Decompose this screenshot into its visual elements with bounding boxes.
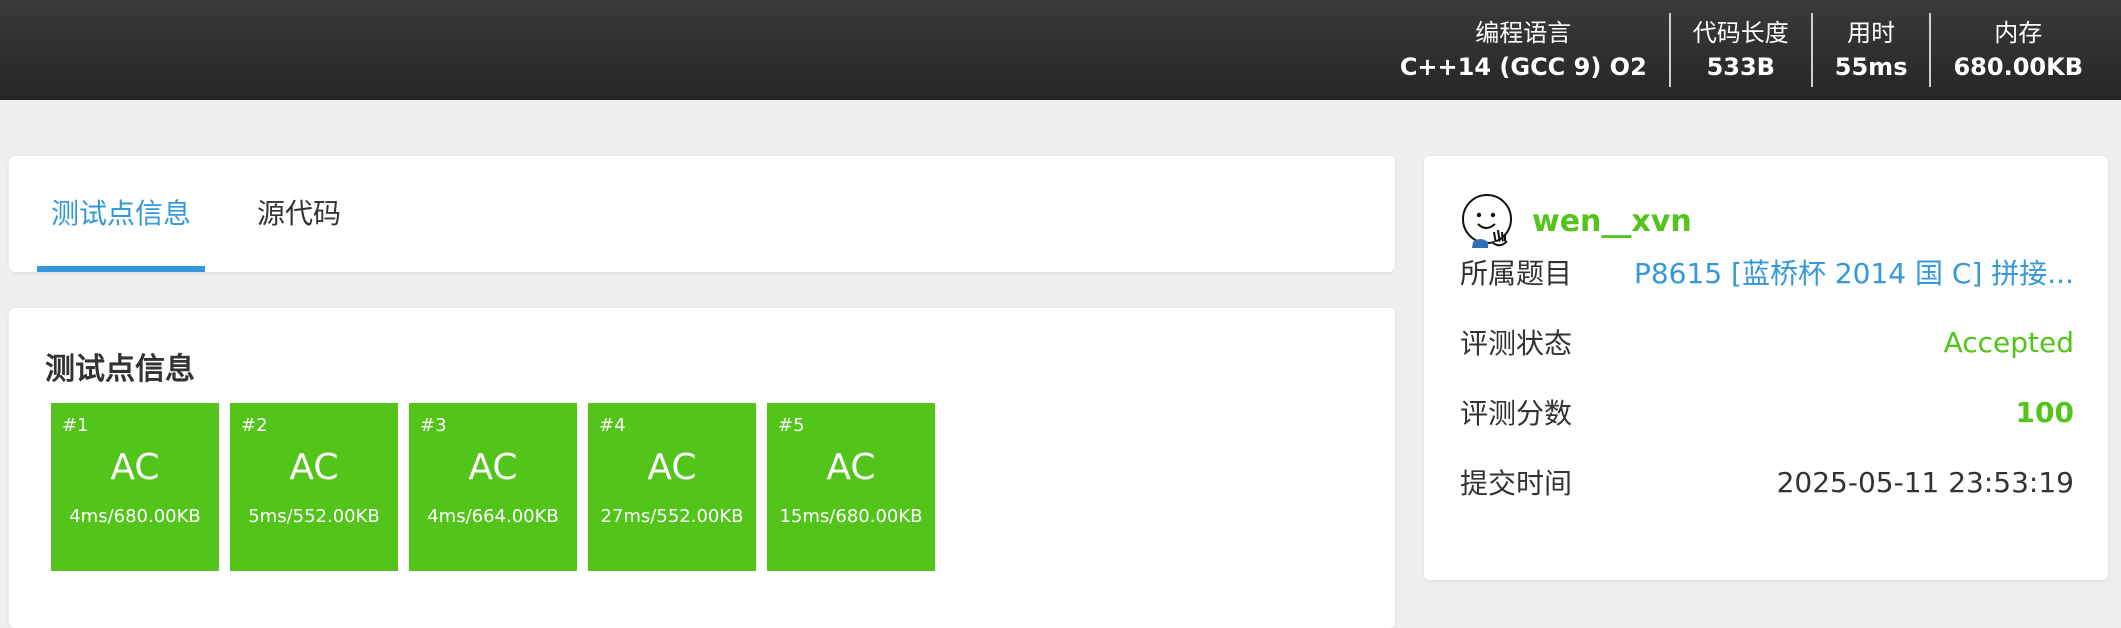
user-row: wen__xvn: [1460, 192, 1692, 250]
case-time-memory: 4ms/664.00KB: [427, 506, 559, 527]
test-case-tile[interactable]: #2 AC 5ms/552.00KB: [230, 403, 398, 571]
test-cases-card: 测试点信息 #1 AC 4ms/680.00KB #2 AC 5ms/552.0…: [9, 308, 1395, 628]
info-row-problem: 所属题目 P8615 [蓝桥杯 2014 国 C] 拼接...: [1460, 250, 2074, 294]
case-id: #2: [241, 415, 268, 436]
submission-info-card: wen__xvn 所属题目 P8615 [蓝桥杯 2014 国 C] 拼接...…: [1424, 156, 2108, 580]
stat-code-length: 代码长度 533B: [1668, 13, 1811, 87]
case-id: #3: [420, 415, 447, 436]
test-case-tile[interactable]: #3 AC 4ms/664.00KB: [409, 403, 577, 571]
test-case-grid: #1 AC 4ms/680.00KB #2 AC 5ms/552.00KB #3…: [51, 403, 935, 571]
info-label: 评测分数: [1460, 397, 1573, 430]
stat-time: 用时 55ms: [1810, 13, 1930, 87]
test-case-tile[interactable]: #5 AC 15ms/680.00KB: [767, 403, 935, 571]
info-row-score: 评测分数 100: [1460, 390, 2074, 434]
case-time-memory: 4ms/680.00KB: [69, 506, 201, 527]
case-status: AC: [110, 447, 160, 488]
case-id: #1: [62, 415, 89, 436]
case-id: #5: [778, 415, 805, 436]
top-bar: 编程语言 C++14 (GCC 9) O2 代码长度 533B 用时 55ms …: [0, 0, 2121, 100]
case-time-memory: 5ms/552.00KB: [248, 506, 380, 527]
case-status: AC: [647, 447, 697, 488]
section-title: 测试点信息: [45, 352, 195, 387]
case-id: #4: [599, 415, 626, 436]
judge-status: Accepted: [1943, 325, 2074, 359]
stat-label: 用时: [1847, 19, 1896, 47]
stat-value: C++14 (GCC 9) O2: [1399, 53, 1647, 81]
info-label: 提交时间: [1460, 467, 1573, 500]
case-status: AC: [468, 447, 518, 488]
stat-value: 533B: [1706, 53, 1775, 81]
stat-language: 编程语言 C++14 (GCC 9) O2: [1378, 13, 1669, 87]
stat-label: 代码长度: [1692, 19, 1789, 47]
stat-memory: 内存 680.00KB: [1929, 13, 2105, 87]
info-row-submit-time: 提交时间 2025-05-11 23:53:19: [1460, 460, 2074, 504]
info-label: 评测状态: [1460, 327, 1573, 360]
info-row-status: 评测状态 Accepted: [1460, 320, 2074, 364]
stat-value: 55ms: [1834, 53, 1908, 81]
stat-label: 编程语言: [1475, 19, 1572, 47]
test-case-tile[interactable]: #1 AC 4ms/680.00KB: [51, 403, 219, 571]
case-status: AC: [289, 447, 339, 488]
username-link[interactable]: wen__xvn: [1532, 204, 1692, 239]
stat-label: 内存: [1994, 19, 2043, 47]
case-time-memory: 15ms/680.00KB: [779, 506, 923, 527]
submission-stats: 编程语言 C++14 (GCC 9) O2 代码长度 533B 用时 55ms …: [1378, 0, 2105, 100]
avatar[interactable]: [1460, 192, 1518, 250]
tab-test-cases[interactable]: 测试点信息: [37, 156, 205, 272]
info-label: 所属题目: [1460, 257, 1573, 290]
judge-score: 100: [2015, 395, 2074, 429]
test-case-tile[interactable]: #4 AC 27ms/552.00KB: [588, 403, 756, 571]
case-status: AC: [826, 447, 876, 488]
submit-time: 2025-05-11 23:53:19: [1776, 465, 2074, 499]
tabs-card: 测试点信息 源代码: [9, 156, 1395, 272]
stat-value: 680.00KB: [1953, 53, 2083, 81]
problem-link[interactable]: P8615 [蓝桥杯 2014 国 C] 拼接...: [1634, 252, 2074, 292]
tab-source-code[interactable]: 源代码: [239, 156, 359, 272]
case-time-memory: 27ms/552.00KB: [600, 506, 744, 527]
